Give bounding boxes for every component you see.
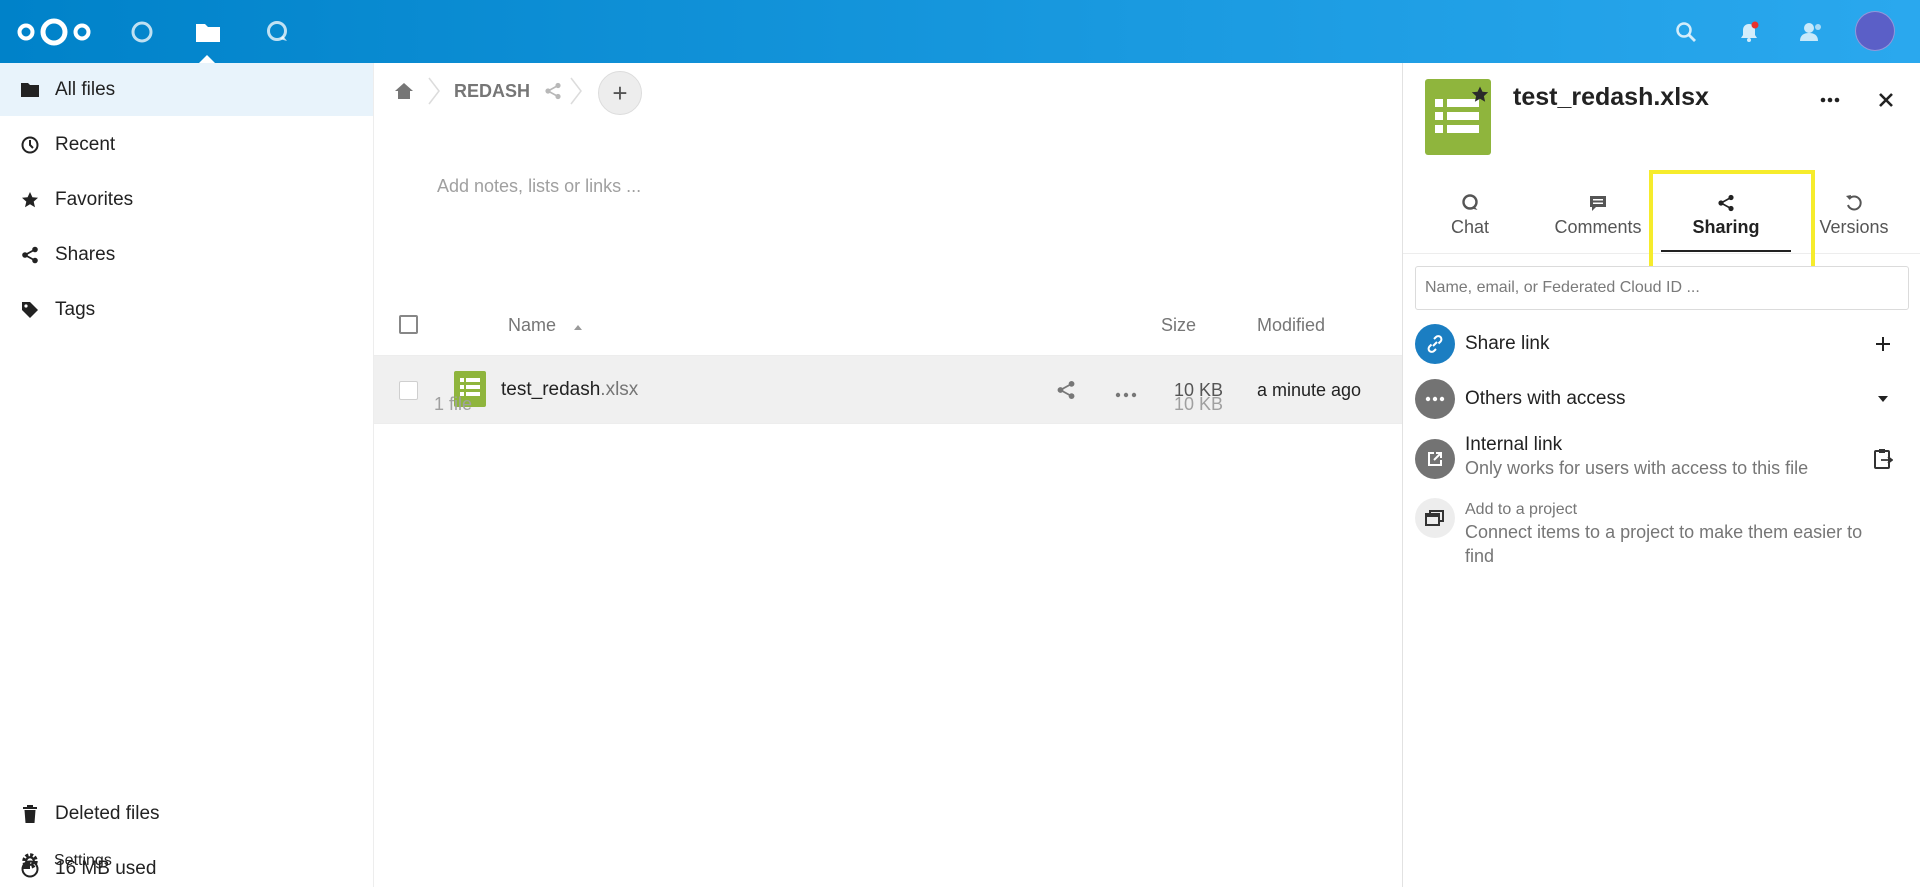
- table-row[interactable]: test_redash.xlsx 10 KB a minute ago: [374, 356, 1402, 424]
- nav-item-shares[interactable]: Shares: [0, 228, 373, 281]
- gear-icon: [20, 851, 40, 871]
- sidebar-close-button[interactable]: [1871, 85, 1901, 115]
- add-to-project-description: Connect items to a project to make them …: [1465, 522, 1863, 566]
- nav-item-favorites[interactable]: Favorites: [0, 173, 373, 226]
- expand-others-button[interactable]: [1871, 387, 1895, 411]
- nav-item-recent[interactable]: Recent: [0, 118, 373, 171]
- nav-item-all-files[interactable]: All files: [0, 63, 373, 116]
- tab-chat[interactable]: Chat: [1406, 191, 1534, 251]
- trash-icon: [20, 804, 40, 824]
- share-link-entry[interactable]: Share link: [1415, 321, 1909, 367]
- share-icon: [545, 82, 561, 100]
- column-modified-header[interactable]: Modified: [1257, 315, 1325, 336]
- plus-icon: [1876, 337, 1890, 351]
- nav-item-label: All files: [55, 78, 116, 100]
- add-to-project-label: Add to a project: [1465, 501, 1578, 518]
- add-to-project-entry[interactable]: Add to a project Connect items to a proj…: [1415, 494, 1909, 574]
- close-icon: [1879, 93, 1893, 107]
- contacts-icon[interactable]: [1798, 19, 1824, 45]
- share-icon: [20, 245, 40, 265]
- summary-total-size: 10 KB: [1174, 394, 1224, 414]
- nav-item-label: Settings: [54, 852, 112, 869]
- more-horizontal-icon: [1415, 379, 1455, 419]
- tab-label: Chat: [1450, 217, 1490, 237]
- nav-item-label: Favorites: [55, 188, 134, 210]
- bell-icon[interactable]: [1736, 19, 1762, 45]
- tag-icon: [20, 300, 40, 320]
- breadcrumb-folder[interactable]: REDASH: [454, 63, 530, 119]
- others-with-access-label: Others with access: [1465, 388, 1626, 409]
- breadcrumb-separator: [570, 77, 582, 105]
- details-sidebar: test_redash.xlsx Chat Comments Sharing V…: [1402, 63, 1920, 887]
- add-share-link-button[interactable]: [1871, 332, 1895, 356]
- link-icon: [1415, 324, 1455, 364]
- clock-icon: [20, 135, 40, 155]
- highlight-box: [1649, 170, 1815, 279]
- file-table-header: Name Size Modified: [374, 293, 1402, 356]
- more-horizontal-icon: [1820, 97, 1840, 103]
- breadcrumb-share-icon[interactable]: [544, 63, 564, 119]
- row-share-button[interactable]: [1056, 380, 1078, 402]
- file-list-area: REDASH + Add notes, lists or links ... N…: [374, 63, 1402, 887]
- nav-item-label: Shares: [55, 243, 116, 265]
- nextcloud-logo[interactable]: [16, 16, 92, 48]
- internal-link-label: Internal link: [1465, 434, 1563, 455]
- home-icon: [395, 83, 413, 99]
- nav-item-label: Tags: [55, 298, 96, 320]
- sidebar-file-title: test_redash.xlsx: [1513, 83, 1709, 111]
- triangle-down-icon: [1878, 396, 1888, 402]
- nav-item-tags[interactable]: Tags: [0, 283, 373, 336]
- projects-icon: [1415, 498, 1455, 538]
- summary-file-count: 1 file: [434, 394, 473, 414]
- comment-icon: [1590, 196, 1606, 211]
- talk-icon: [1462, 194, 1478, 210]
- search-icon[interactable]: [1673, 19, 1699, 45]
- folder-icon: [20, 80, 40, 100]
- select-all-checkbox[interactable]: [399, 315, 418, 334]
- history-icon: [1846, 195, 1862, 211]
- sidebar-more-button[interactable]: [1815, 85, 1845, 115]
- row-checkbox[interactable]: [399, 381, 418, 400]
- files-navigation: All files Recent Favorites Shares Tags D…: [0, 63, 374, 887]
- column-name-label: Name: [508, 315, 557, 335]
- copy-internal-link-button[interactable]: [1871, 447, 1895, 471]
- internal-link-entry[interactable]: Internal link Only works for users with …: [1415, 432, 1909, 488]
- nav-item-settings[interactable]: Settings: [0, 836, 373, 886]
- others-with-access-entry[interactable]: Others with access: [1415, 376, 1909, 422]
- spreadsheet-icon: [1425, 79, 1491, 155]
- user-avatar[interactable]: [1855, 11, 1895, 51]
- external-link-icon: [1415, 439, 1455, 479]
- share-recipient-input[interactable]: [1415, 266, 1909, 310]
- top-bar: [0, 0, 1920, 63]
- star-icon: [20, 190, 40, 210]
- nav-item-label: Deleted files: [55, 802, 160, 824]
- file-modified: a minute ago: [1257, 380, 1362, 400]
- column-name-header[interactable]: Name: [508, 315, 583, 336]
- breadcrumb-home[interactable]: [394, 63, 418, 119]
- files-app-icon[interactable]: [194, 18, 222, 46]
- share-link-label: Share link: [1465, 333, 1550, 354]
- file-name[interactable]: test_redash.xlsx: [501, 379, 638, 401]
- file-extension: .xlsx: [600, 379, 639, 400]
- breadcrumb-separator: [428, 77, 440, 105]
- row-more-actions-button[interactable]: [1115, 386, 1139, 398]
- nav-item-label: Recent: [55, 133, 116, 155]
- more-horizontal-icon: [1115, 392, 1137, 398]
- talk-app-icon[interactable]: [263, 18, 291, 46]
- share-icon: [1057, 381, 1075, 399]
- internal-link-description: Only works for users with access to this…: [1465, 458, 1809, 478]
- tab-label: Comments: [1554, 217, 1642, 237]
- tab-comments[interactable]: Comments: [1534, 191, 1662, 251]
- sort-ascending-icon: [574, 325, 583, 330]
- new-file-button[interactable]: +: [598, 71, 642, 115]
- column-size-header[interactable]: Size: [1161, 315, 1196, 336]
- breadcrumb-folder-label: REDASH: [454, 80, 531, 101]
- folder-notes-placeholder[interactable]: Add notes, lists or links ...: [437, 176, 641, 197]
- dashboard-app-icon[interactable]: [128, 18, 156, 46]
- clipboard-icon: [1874, 449, 1893, 469]
- file-basename: test_redash: [501, 379, 601, 400]
- nav-item-deleted-files[interactable]: Deleted files: [0, 787, 373, 840]
- active-app-indicator: [199, 55, 215, 63]
